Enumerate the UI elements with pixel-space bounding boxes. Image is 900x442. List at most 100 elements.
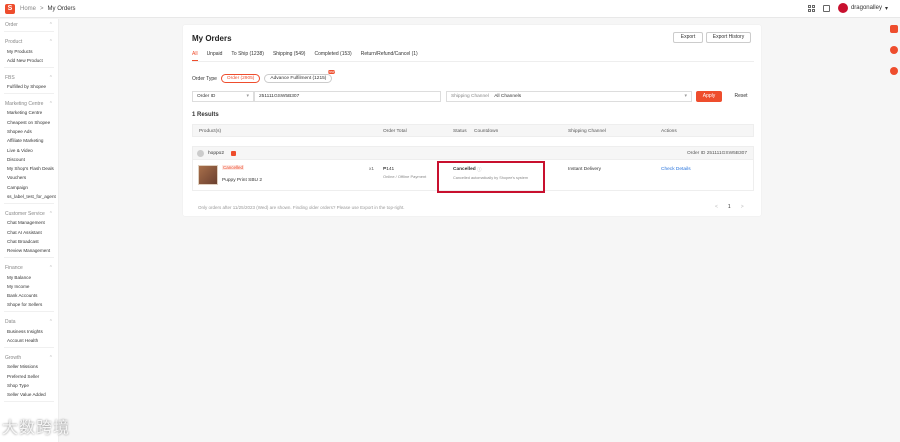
export-button[interactable]: Export [673,32,703,43]
cancelled-tag: Cancelled [222,165,245,170]
sidebar-section-header[interactable]: Finance ⌃ [0,262,58,273]
help-float-icon[interactable] [890,67,898,75]
sidebar-item[interactable]: Review Management [0,247,58,256]
sidebar-item[interactable]: Marketing Centre [0,109,58,118]
sidebar-item[interactable]: Fulfilled by Shopee [0,83,58,92]
export-history-button[interactable]: Export History [706,32,751,43]
sidebar-section-header[interactable]: Marketing Centre ⌃ [0,98,58,109]
sidebar-item[interactable]: Chat AI Assistant [0,228,58,237]
order-type-label: Order Type [192,75,217,82]
sidebar-item[interactable]: My Shop's Flash Deals [0,165,58,174]
sidebar-section-title: Product [5,39,23,45]
sidebar-item[interactable]: Discount [0,155,58,164]
sidebar-item[interactable]: Shope for Sellers [0,301,58,310]
shipping-channel-label: Shipping Channel [451,94,489,99]
chevron-up-icon: ⌃ [48,100,53,107]
sidebar-item[interactable]: Chat Broadcast [0,237,58,246]
pager-prev-button[interactable]: < [715,204,718,210]
column-actions: Actions [661,129,677,134]
pager-page-1[interactable]: 1 [728,204,731,210]
sidebar-item[interactable]: Campaign [0,183,58,192]
tab-divider [192,61,754,62]
sidebar-item[interactable]: Business Insights [0,327,58,336]
sidebar-divider [4,202,54,204]
chevron-up-icon: ⌃ [48,319,53,326]
sidebar-item[interactable]: My Products [0,47,58,56]
sidebar-item[interactable]: Preferred Seller [0,372,58,381]
tab-unpaid[interactable]: Unpaid [207,51,223,61]
sidebar-item[interactable]: ss_label_test_for_agent [0,193,58,202]
sidebar-section-header[interactable]: Data ⌃ [0,316,58,327]
column-status: Status [453,129,467,134]
chevron-down-icon: ▾ [246,93,249,99]
sidebar-item[interactable]: Add New Product [0,56,58,65]
sidebar-divider [4,257,54,259]
breadcrumb-home[interactable]: Home [20,6,36,12]
order-type-order-option[interactable]: Order (2905) [220,74,261,83]
sidebar-section-header[interactable]: FBS ⌃ [0,72,58,83]
sidebar-section-title: Growth [5,354,22,361]
sidebar-item[interactable]: Seller Value Added [0,391,58,400]
tab-shipping[interactable]: Shipping (549) [273,51,306,61]
sidebar-item[interactable]: My Balance [0,273,58,282]
sidebar-item[interactable]: Shopee Ads [0,127,58,136]
shipping-channel: Instant Delivery [568,167,602,172]
sidebar-item[interactable]: Affiliate Marketing [0,137,58,146]
sidebar-divider [4,401,54,403]
column-order-total: Order Total [383,129,407,134]
sidebar-section-header[interactable]: Customer Service ⌃ [0,208,58,219]
breadcrumb-current: My Orders [47,5,76,12]
sidebar-item[interactable]: Seller Missions [0,363,58,372]
order-type-advance-fulfilment-option[interactable]: Advance Fulfilment (1215) new [264,70,336,83]
apply-button[interactable]: Apply [696,91,722,102]
sidebar-section: FBS ⌃ Fulfilled by Shopee [0,72,58,98]
tab-completed[interactable]: Completed (153) [314,51,351,61]
product-thumbnail [198,165,218,185]
sidebar-item[interactable]: Live & Video [0,146,58,155]
sidebar-item[interactable]: Shop Type [0,381,58,390]
sidebar-section-header[interactable]: Growth ⌃ [0,352,58,363]
tab-return-refund-cancel[interactable]: Return/Refund/Cancel (1) [361,51,418,61]
shop-name[interactable]: hoppo2 [208,151,224,156]
sidebar-section-title: Data [5,319,16,326]
breadcrumb: Home > My Orders [20,6,76,12]
sidebar-item[interactable]: Account Health [0,337,58,346]
sidebar-item[interactable]: Bank Accounts [0,292,58,301]
sidebar-item[interactable]: Chat Management [0,219,58,228]
search-field-select[interactable]: Order ID ▾ [192,91,254,102]
product-name: Puppy Print SBU 2 [222,178,262,183]
shipping-channel-value: All Channels [494,94,522,99]
order-id-input[interactable]: 251111GSW5B307 [254,91,441,102]
sidebar-section-header[interactable]: Product ⌃ [0,36,58,47]
check-details-link[interactable]: Check Details [661,167,691,172]
sidebar-section: Product ⌃ My Products Add New Product [0,36,58,72]
shop-avatar [197,150,204,157]
reset-button[interactable]: Reset [729,91,753,102]
assistant-float-icon[interactable] [890,46,898,54]
chevron-down-icon: ▾ [684,93,687,99]
sidebar-section-title: Finance [5,265,23,272]
sidebar-section-header[interactable]: Order ⌃ [0,19,58,30]
payment-method: Online / Offline Payment [383,174,427,179]
column-products: Product(s) [199,129,222,134]
shipping-channel-select[interactable]: Shipping Channel All Channels ▾ [446,91,692,102]
search-field-value: Order ID [197,94,216,99]
sidebar-item[interactable]: Cheapest on Shopee [0,118,58,127]
chat-icon[interactable] [231,151,236,156]
apps-grid-icon[interactable] [807,4,815,12]
book-icon[interactable] [822,4,830,12]
advance-fulfilment-label: Advance Fulfilment (1215) [270,76,327,81]
sidebar-section-title: Order [5,22,18,28]
column-countdown: Countdown [474,129,499,134]
chevron-up-icon: ⌃ [48,210,53,217]
sidebar-item[interactable]: My Income [0,282,58,291]
sidebar-item[interactable]: Vouchers [0,174,58,183]
tab-all[interactable]: All [192,51,198,61]
chat-float-icon[interactable] [890,25,898,33]
tab-to-ship[interactable]: To Ship (1238) [231,51,264,61]
results-count: 1 Results [192,112,219,118]
user-menu[interactable]: dragonalley ▾ [837,3,888,13]
sidebar-section: Marketing Centre ⌃ Marketing Centre Cheapes… [0,98,58,208]
shopee-logo-icon[interactable]: S [5,3,15,14]
pager-next-button[interactable]: > [741,204,744,210]
